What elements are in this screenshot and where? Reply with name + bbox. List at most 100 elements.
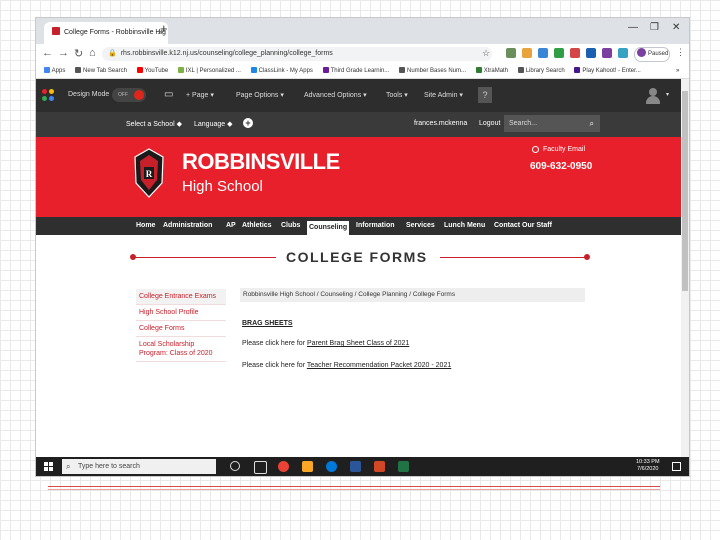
bookmark-item[interactable]: Third Grade Learnin... — [322, 64, 389, 78]
url-bar[interactable]: 🔒 rhs.robbinsville.k12.nj.us/counseling/c… — [102, 47, 492, 61]
profile-button[interactable]: Paused — [634, 47, 670, 62]
site-favicon-icon — [52, 27, 60, 35]
lock-icon: 🔒 — [108, 50, 117, 57]
admin-menu-tools[interactable]: Tools ▾ — [386, 91, 408, 99]
email-icon — [532, 146, 539, 153]
bookmark-item[interactable]: Library Search — [517, 64, 565, 78]
back-arrow-icon[interactable]: ← — [42, 47, 53, 59]
powerpoint-icon[interactable] — [374, 461, 385, 472]
close-window-button[interactable]: ✕ — [672, 22, 680, 33]
extension-icon[interactable] — [586, 48, 596, 58]
taskbar-search-input[interactable]: ⌕ Type here to search — [62, 459, 216, 474]
extension-icon[interactable] — [522, 48, 532, 58]
title-rule-left — [134, 257, 276, 258]
search-icon[interactable]: ⌕ — [590, 115, 594, 132]
scrollbar-thumb[interactable] — [682, 91, 688, 291]
content-line: Please click here for Teacher Recommenda… — [242, 362, 452, 369]
nav-lunch-menu[interactable]: Lunch Menu — [444, 217, 485, 235]
bookmark-item[interactable]: Number Bases Num... — [398, 64, 466, 78]
site-search-input[interactable]: Search... ⌕ — [504, 115, 600, 132]
nav-services[interactable]: Services — [406, 217, 435, 235]
page-scrollbar[interactable] — [681, 79, 689, 457]
main-navigation: Home Administration AP Athletics Clubs C… — [36, 217, 689, 235]
nav-home[interactable]: Home — [136, 217, 155, 235]
faculty-email-link[interactable]: Faculty Email — [532, 146, 585, 153]
bookmark-item[interactable]: Apps — [43, 64, 65, 78]
side-menu-item[interactable]: Local Scholarship Program: Class of 2020 — [136, 337, 226, 362]
task-view-icon[interactable] — [254, 461, 267, 474]
extension-icon[interactable] — [602, 48, 612, 58]
reload-icon[interactable]: ↻ — [74, 47, 83, 60]
admin-menu-advanced-options[interactable]: Advanced Options ▾ — [304, 91, 367, 99]
url-text: rhs.robbinsville.k12.nj.us/counseling/co… — [120, 50, 333, 57]
bookmark-favicon-icon — [322, 67, 329, 73]
cortana-icon[interactable] — [230, 461, 240, 471]
side-menu-item[interactable]: College Entrance Exams — [136, 289, 226, 305]
notification-icon[interactable] — [672, 462, 681, 471]
extension-icon[interactable] — [506, 48, 516, 58]
taskbar-clock[interactable]: 10:33 PM 7/6/2020 — [636, 459, 660, 473]
nav-contact-our-staff[interactable]: Contact Our Staff — [494, 217, 552, 235]
username-link[interactable]: frances.mckenna — [414, 120, 467, 127]
browser-tab[interactable]: College Forms - Robbinsville Hig × — [44, 22, 168, 44]
word-icon[interactable] — [350, 461, 361, 472]
nav-athletics[interactable]: Athletics — [242, 217, 272, 235]
new-tab-button[interactable]: + — [160, 21, 168, 36]
school-crest-logo[interactable]: R — [132, 147, 166, 199]
bookmark-item[interactable]: Play Kahoot! - Enter... — [574, 64, 641, 78]
bookmark-star-icon[interactable]: ☆ — [482, 48, 490, 59]
bookmark-item[interactable]: XtraMath — [475, 64, 508, 78]
excel-icon[interactable] — [398, 461, 409, 472]
school-name: ROBBINSVILLE — [182, 149, 340, 174]
apps-grid-icon — [43, 67, 50, 73]
extension-icon[interactable] — [570, 48, 580, 58]
search-icon: ⌕ — [66, 462, 71, 471]
file-explorer-icon[interactable] — [302, 461, 313, 472]
logout-link[interactable]: Logout — [479, 120, 500, 127]
bookmarks-more-button[interactable]: » — [676, 64, 679, 78]
parent-brag-sheet-link[interactable]: Parent Brag Sheet Class of 2021 — [307, 340, 409, 347]
chrome-icon[interactable] — [278, 461, 289, 472]
bookmark-item[interactable]: IXL | Personalized ... — [177, 64, 241, 78]
extension-icon[interactable] — [554, 48, 564, 58]
svg-text:R: R — [146, 169, 153, 179]
minimize-button[interactable]: — — [628, 22, 638, 33]
language-dropdown[interactable]: Language ◆ — [194, 120, 232, 128]
maximize-button[interactable]: ❐ — [650, 22, 659, 33]
monitor-icon[interactable]: ▭ — [164, 89, 173, 100]
bookmark-item[interactable]: New Tab Search — [75, 64, 127, 78]
home-icon[interactable]: ⌂ — [89, 47, 96, 59]
extension-icon[interactable] — [618, 48, 628, 58]
nav-information[interactable]: Information — [356, 217, 395, 235]
user-avatar-icon[interactable] — [646, 88, 660, 104]
extension-icon[interactable] — [538, 48, 548, 58]
bookmark-item[interactable]: ClassLink - My Apps — [250, 64, 313, 78]
youtube-icon — [136, 67, 143, 73]
help-button[interactable]: ? — [478, 87, 492, 103]
windows-start-icon[interactable] — [44, 462, 53, 471]
nav-administration[interactable]: Administration — [163, 217, 212, 235]
bookmark-item[interactable]: YouTube — [136, 64, 168, 78]
user-chevron-down-icon[interactable]: ▾ — [666, 91, 669, 98]
side-menu-item[interactable]: College Forms — [136, 321, 226, 337]
bookmark-favicon-icon — [75, 67, 82, 73]
design-mode-toggle[interactable]: OFF — [112, 88, 146, 102]
add-plus-icon[interactable]: + — [243, 118, 253, 128]
admin-menu-site-admin[interactable]: Site Admin ▾ — [424, 91, 463, 99]
admin-menu-page-options[interactable]: Page Options ▾ — [236, 91, 284, 99]
title-ornament-dot — [584, 254, 590, 260]
select-school-dropdown[interactable]: Select a School ◆ — [126, 120, 182, 128]
nav-clubs[interactable]: Clubs — [281, 217, 300, 235]
side-menu-item[interactable]: High School Profile — [136, 305, 226, 321]
forward-arrow-icon[interactable]: → — [58, 47, 69, 59]
admin-menu-page[interactable]: + Page ▾ — [186, 91, 214, 99]
apps-dots-icon[interactable] — [42, 89, 54, 101]
school-phone: 609-632-0950 — [530, 161, 593, 172]
teacher-recommendation-link[interactable]: Teacher Recommendation Packet 2020 - 202… — [307, 362, 451, 369]
nav-ap[interactable]: AP — [226, 217, 236, 235]
breadcrumb[interactable]: Robbinsville High School / Counseling / … — [240, 288, 585, 302]
edge-icon[interactable] — [326, 461, 337, 472]
nav-counseling[interactable]: Counseling — [307, 219, 350, 235]
toggle-knob — [134, 90, 144, 100]
menu-dots-icon[interactable]: ⋮ — [676, 47, 685, 58]
